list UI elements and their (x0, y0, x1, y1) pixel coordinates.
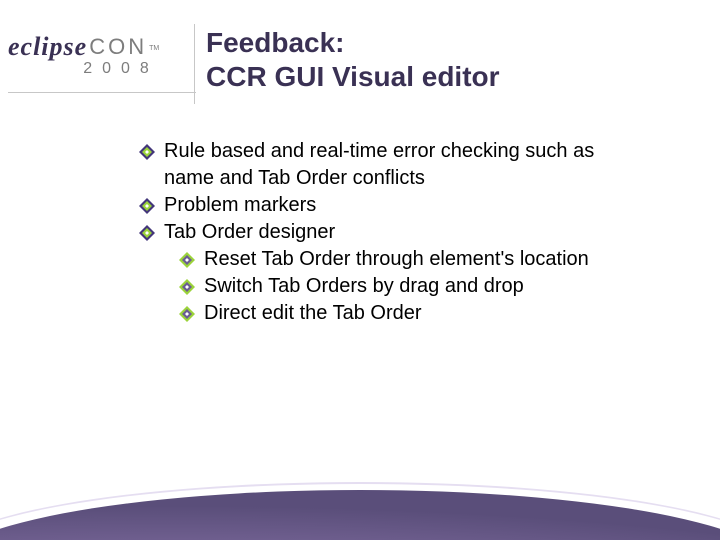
logo-tm: TM (149, 45, 159, 52)
title-text: Feedback: CCR GUI Visual editor (206, 26, 700, 94)
diamond-bullet-icon (138, 196, 156, 214)
slide: eclipse CON TM 2008 Feedback: CCR GUI Vi… (0, 0, 720, 540)
content: Rule based and real-time error checking … (138, 138, 600, 327)
bullet-text: Problem markers (164, 194, 316, 216)
logo-rule (8, 92, 196, 93)
diamond-bullet-icon (178, 304, 196, 322)
list-item: Reset Tab Order through element's locati… (178, 246, 600, 273)
vertical-separator (194, 24, 195, 104)
bullet-text: Rule based and real-time error checking … (164, 140, 594, 189)
list-item: Tab Order designer (138, 219, 600, 246)
logo-line1: eclipse CON TM (8, 32, 190, 62)
bullet-text: Reset Tab Order through element's locati… (204, 248, 589, 270)
logo-brand-con: CON (89, 34, 147, 60)
list-item: Direct edit the Tab Order (178, 300, 600, 327)
bullet-text: Direct edit the Tab Order (204, 302, 422, 324)
logo-brand-eclipse: eclipse (8, 32, 87, 62)
logo-year: 2008 (52, 60, 190, 78)
title-line2: CCR GUI Visual editor (206, 61, 500, 92)
diamond-bullet-icon (138, 223, 156, 241)
diamond-bullet-icon (138, 142, 156, 160)
slide-title: Feedback: CCR GUI Visual editor (206, 26, 700, 94)
sublist: Reset Tab Order through element's locati… (178, 246, 600, 327)
bullet-text: Tab Order designer (164, 221, 335, 243)
diamond-bullet-icon (178, 277, 196, 295)
list-item: Problem markers (138, 192, 600, 219)
title-line1: Feedback: (206, 27, 345, 58)
list-item: Rule based and real-time error checking … (138, 138, 600, 192)
bullet-text: Switch Tab Orders by drag and drop (204, 275, 524, 297)
logo: eclipse CON TM 2008 (8, 32, 190, 78)
diamond-bullet-icon (178, 250, 196, 268)
list-item: Switch Tab Orders by drag and drop (178, 273, 600, 300)
footer-decoration (0, 470, 720, 540)
